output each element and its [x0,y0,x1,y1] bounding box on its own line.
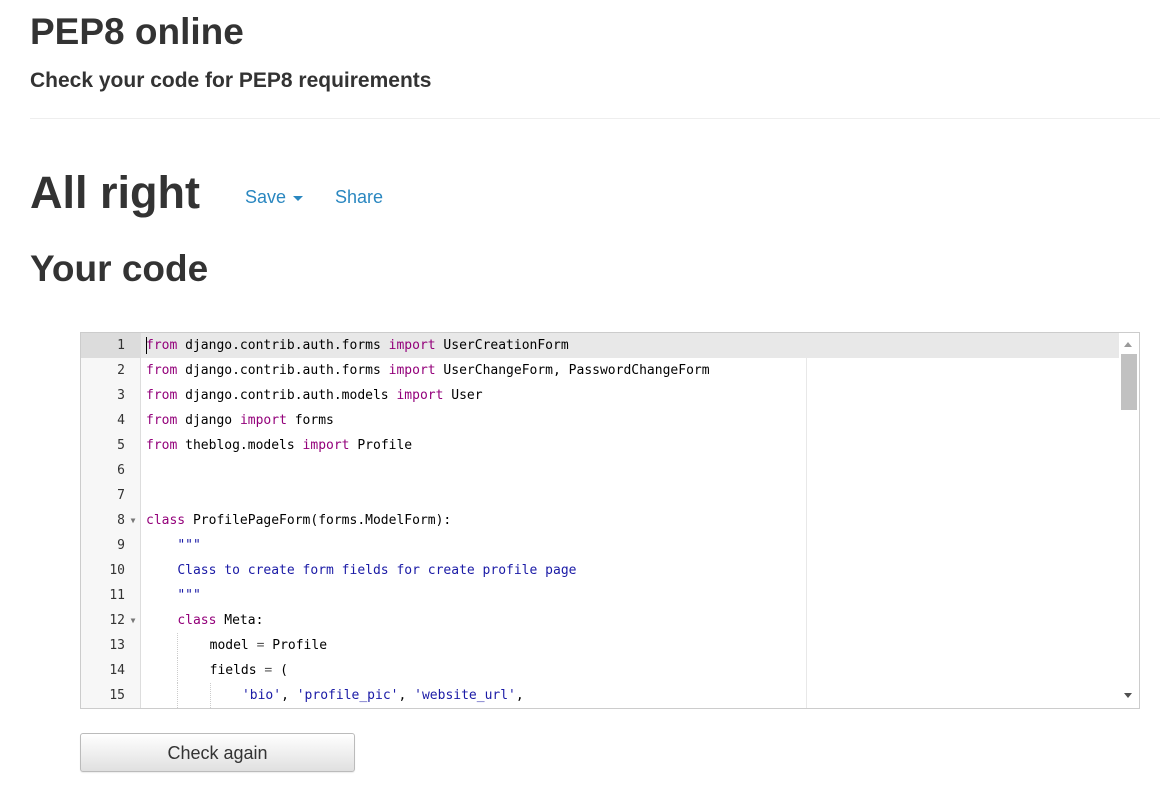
code-line-text: fields = ( [141,658,1119,683]
scrollbar-thumb[interactable] [1121,354,1137,410]
scroll-down-arrow-icon[interactable] [1124,693,1132,698]
fold-arrow-icon[interactable]: ▼ [128,508,138,533]
code-line-text: from django import forms [146,413,334,428]
line-number: 4 [117,413,125,428]
line-number: 9 [117,538,125,553]
code-line-text: class ProfilePageForm(forms.ModelForm): [146,513,452,528]
result-title: All right [30,167,200,218]
code-line-text: from django.contrib.auth.forms import Us… [146,363,710,378]
caret-down-icon [293,195,304,201]
line-number: 6 [117,463,125,478]
code-line-text: from theblog.models import Profile [146,438,413,453]
header-divider [30,118,1160,119]
code-line-text [141,458,1119,483]
code-line-text: Class to create form fields for create p… [177,563,577,578]
code-line-text: model = Profile [141,633,1119,658]
code-line[interactable]: 6 [81,458,1119,483]
line-number: 13 [109,638,125,653]
save-label: Save [245,187,287,207]
site-title: PEP8 online [30,11,244,52]
line-number: 5 [117,438,125,453]
code-line[interactable]: 8 ▼ class ProfilePageForm(forms.ModelForm)… [81,508,1119,533]
code-line[interactable]: 10 Class to create form fields for creat… [81,558,1119,583]
text-cursor [146,337,147,354]
line-number: 14 [109,663,125,678]
code-line[interactable]: 14 fields = ( [81,658,1119,683]
code-line[interactable]: 11 """ [81,583,1119,608]
code-line-text: from django.contrib.auth.models import U… [146,388,483,403]
code-line[interactable]: 4 from django import forms [81,408,1119,433]
code-lines[interactable]: 1 from django.contrib.auth.forms import U… [81,333,1119,708]
line-number: 1 [81,333,140,358]
code-line[interactable]: 7 [81,483,1119,508]
code-line-text: """ [177,588,201,603]
check-again-button[interactable]: Check again [80,733,355,772]
code-line-text: """ [177,538,201,553]
share-link[interactable]: Share [335,185,383,209]
code-line-text: class Meta: [177,613,264,628]
save-dropdown-button[interactable]: Save [245,185,304,209]
your-code-title: Your code [30,248,209,289]
line-number: 3 [117,388,125,403]
code-line-text: from django.contrib.auth.forms import Us… [141,333,1119,358]
code-line[interactable]: 2 from django.contrib.auth.forms import U… [81,358,1119,383]
code-line-text [141,483,1119,508]
code-line[interactable]: 5 from theblog.models import Profile [81,433,1119,458]
code-line-text: 'bio', 'profile_pic', 'website_url', [141,683,1119,708]
line-number: 7 [117,488,125,503]
editor-scrollbar[interactable] [1119,333,1139,708]
scroll-up-arrow-icon[interactable] [1124,342,1132,347]
code-line[interactable]: 3 from django.contrib.auth.models import … [81,383,1119,408]
line-number: 15 [109,688,125,703]
line-number: 2 [117,363,125,378]
code-line[interactable]: 13 model = Profile [81,633,1119,658]
code-line[interactable]: 12 ▼ class Meta: [81,608,1119,633]
code-line[interactable]: 15 'bio', 'profile_pic', 'website_url', [81,683,1119,708]
fold-arrow-icon[interactable]: ▼ [128,608,138,633]
code-editor[interactable]: 1 from django.contrib.auth.forms import U… [80,332,1140,709]
line-number: 11 [109,588,125,603]
site-subtitle: Check your code for PEP8 requirements [30,69,432,92]
line-number: 10 [109,563,125,578]
code-line[interactable]: 9 """ [81,533,1119,558]
code-line[interactable]: 1 from django.contrib.auth.forms import U… [81,333,1119,358]
